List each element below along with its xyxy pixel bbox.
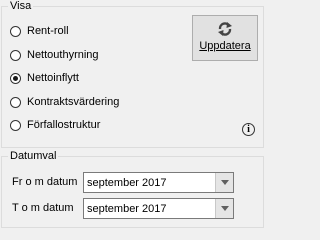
update-button-label: Uppdatera [199,40,251,52]
radio-nettouthyrning[interactable]: Nettouthyrning [10,47,99,63]
radio-button-selected-icon[interactable] [10,72,21,84]
to-date-select[interactable]: september 2017 [83,198,234,219]
chevron-down-icon[interactable] [215,173,233,192]
visa-group-title: Visa [8,0,34,13]
chevron-down-icon[interactable] [215,199,233,218]
radio-button-icon[interactable] [10,96,21,108]
radio-button-icon[interactable] [10,119,21,131]
visa-group: Visa Rent-roll Nettouthyrning Nettoinfly… [1,0,264,148]
to-date-label: T o m datum [12,202,74,214]
info-icon[interactable]: i [242,123,255,136]
radio-rent-roll[interactable]: Rent-roll [10,23,69,39]
update-button[interactable]: Uppdatera [192,15,258,61]
to-date-value: september 2017 [87,202,167,215]
from-date-label: Fr o m datum [12,176,78,188]
radio-label: Rent-roll [27,25,69,37]
radio-label: Nettoinflytt [27,72,79,84]
radio-forfallostruktur[interactable]: Förfallostruktur [10,117,100,133]
radio-label: Nettouthyrning [27,49,99,61]
from-date-value: september 2017 [87,176,167,189]
radio-kontraktsvardering[interactable]: Kontraktsvärdering [10,94,119,110]
radio-button-icon[interactable] [10,25,21,37]
radio-label: Förfallostruktur [27,119,101,131]
datumval-group: Datumval Fr o m datum september 2017 T o… [1,150,264,228]
radio-label: Kontraktsvärdering [27,96,120,108]
datumval-group-title: Datumval [8,150,59,163]
radio-nettoinflytt[interactable]: Nettoinflytt [10,70,79,86]
refresh-icon [218,22,232,36]
radio-button-icon[interactable] [10,49,21,61]
from-date-select[interactable]: september 2017 [83,172,234,193]
